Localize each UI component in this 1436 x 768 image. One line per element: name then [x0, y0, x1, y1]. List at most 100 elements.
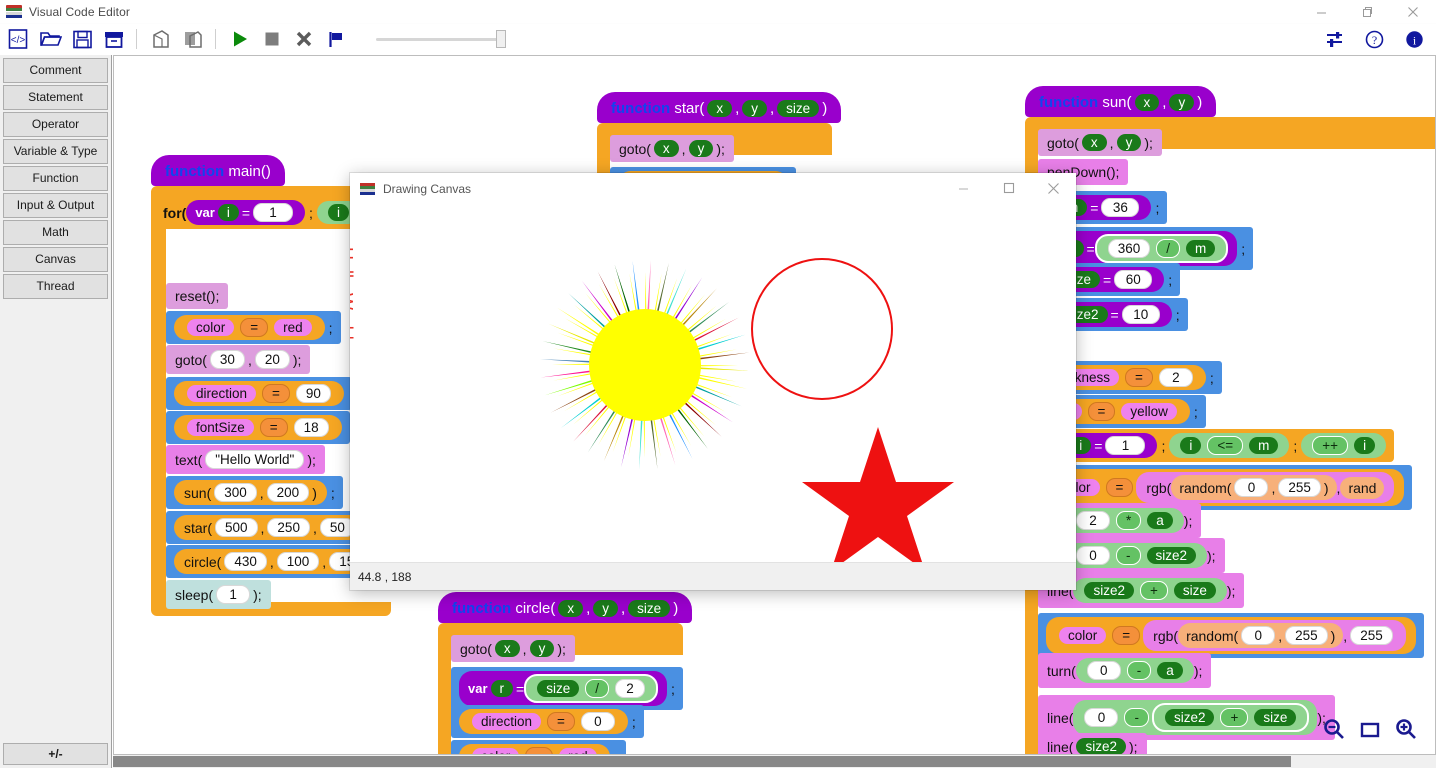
value-thickness[interactable]: 2: [1158, 368, 1193, 387]
sun-color-rgb-block-2[interactable]: color = rgb( random( 0, 255 ) , 255: [1038, 613, 1424, 658]
for-condition[interactable]: i <= m: [1169, 433, 1290, 458]
operand-two[interactable]: 2: [1076, 511, 1110, 530]
operand-360[interactable]: 360: [1107, 239, 1151, 258]
star-function-header[interactable]: function star( x, y, size ): [597, 92, 842, 123]
param-y[interactable]: y: [1169, 94, 1195, 111]
operand-size[interactable]: size: [1173, 582, 1216, 599]
rgb-expression-2[interactable]: rgb( random( 0, 255 ) , 255: [1143, 620, 1406, 651]
operand-size2[interactable]: size2: [1084, 582, 1134, 599]
for-var-decl[interactable]: var i = 1: [186, 200, 306, 225]
sidebar-item-canvas[interactable]: Canvas: [3, 247, 108, 272]
goto-y[interactable]: 20: [254, 350, 290, 369]
random-expression-2[interactable]: rand: [1340, 476, 1385, 499]
circle-direction-block[interactable]: direction = 0 ;: [451, 705, 644, 738]
param-y[interactable]: y: [742, 100, 767, 117]
property-direction[interactable]: direction: [472, 713, 542, 730]
sun-turn-2a-block[interactable]: 2 * a );: [1056, 503, 1202, 538]
random-min[interactable]: 0: [1234, 478, 1269, 497]
operand-size2[interactable]: size2: [1076, 738, 1126, 755]
hscrollbar-thumb[interactable]: [113, 756, 1291, 767]
multiply-expression[interactable]: 2 * a: [1065, 508, 1184, 533]
set-color-block[interactable]: color = red ;: [166, 311, 341, 344]
operand-size[interactable]: size: [537, 680, 580, 697]
circle-arg-y[interactable]: 100: [276, 552, 320, 571]
loop-init-value[interactable]: 1: [253, 203, 294, 222]
value-fontsize[interactable]: 18: [293, 418, 329, 437]
goto-y[interactable]: y: [529, 640, 555, 657]
add-expression[interactable]: size2 + size: [1073, 578, 1227, 603]
subtract-expression-2[interactable]: 0 - a: [1075, 658, 1194, 683]
value-size2[interactable]: 10: [1121, 305, 1160, 324]
star-arg-y[interactable]: 250: [267, 518, 310, 537]
set-fontsize-block[interactable]: fontSize = 18: [166, 411, 350, 444]
division-expression[interactable]: 360 / m: [1094, 234, 1229, 263]
rgb-expression[interactable]: rgb( random( 0, 255 ) , rand: [1136, 472, 1395, 503]
main-for-loop-header[interactable]: for( var i = 1 ; i: [155, 196, 368, 229]
sleep-block[interactable]: sleep( 1 );: [166, 580, 271, 609]
canvas-maximize-button[interactable]: [986, 173, 1031, 203]
settings-icon[interactable]: [1320, 25, 1348, 53]
goto-x[interactable]: x: [494, 640, 520, 657]
property-fontsize[interactable]: fontSize: [187, 419, 254, 436]
reset-call-block[interactable]: reset();: [166, 283, 229, 309]
sidebar-item-statement[interactable]: Statement: [3, 85, 108, 110]
sun-for-loop-header[interactable]: ar i = 1 ; i <= m ; ++ i: [1038, 429, 1395, 462]
assign-expression-color[interactable]: olor = rgb( random( 0, 255 ) , rand: [1046, 469, 1405, 506]
zoom-out-icon[interactable]: [1322, 717, 1346, 746]
operand-size2[interactable]: size2: [1164, 709, 1215, 726]
drawing-canvas-surface[interactable]: Hello World: [350, 205, 1076, 562]
canvas-close-button[interactable]: [1031, 173, 1076, 203]
for-increment[interactable]: ++ i: [1301, 433, 1387, 458]
assign-expression-fontsize[interactable]: fontSize = 18: [174, 415, 342, 440]
set-direction-block[interactable]: direction = 90: [166, 377, 352, 410]
sun-turn-neg-a-block[interactable]: turn( 0 - a );: [1038, 653, 1212, 688]
sidebar-item-function[interactable]: Function: [3, 166, 108, 191]
operand-zero[interactable]: 0: [1084, 708, 1119, 727]
circle-function-header[interactable]: function circle( x, y, size ): [438, 592, 693, 623]
save-icon[interactable]: [68, 25, 96, 53]
goto-x[interactable]: x: [1081, 134, 1107, 151]
text-string-value[interactable]: "Hello World": [205, 450, 305, 469]
sidebar-item-variable-type[interactable]: Variable & Type: [3, 139, 108, 164]
sun-call-block[interactable]: sun( 300, 200 ) ;: [166, 476, 343, 509]
value-size[interactable]: 60: [1114, 270, 1153, 289]
property-direction[interactable]: direction: [187, 385, 257, 402]
value-direction[interactable]: 0: [580, 712, 615, 731]
loop-variable[interactable]: i: [217, 204, 239, 221]
random-max[interactable]: 255: [1285, 626, 1328, 645]
circle-goto-block[interactable]: goto( x, y );: [451, 635, 575, 662]
division-expression[interactable]: size / 2: [524, 674, 658, 703]
loop-init-value[interactable]: 1: [1105, 436, 1146, 455]
rgb-blue-value[interactable]: 255: [1350, 626, 1393, 645]
sidebar-item-comment[interactable]: Comment: [3, 58, 108, 83]
goto-block[interactable]: goto( 30, 20 );: [166, 345, 311, 374]
goto-y[interactable]: y: [1116, 134, 1142, 151]
sun-goto-block[interactable]: goto( x, y );: [1038, 129, 1162, 156]
value-yellow[interactable]: yellow: [1121, 403, 1177, 420]
sun-arg-x[interactable]: 300: [214, 483, 257, 502]
operand-zero[interactable]: 0: [1076, 546, 1110, 565]
sidebar-item-thread[interactable]: Thread: [3, 274, 108, 299]
archive-icon[interactable]: [100, 25, 128, 53]
stop-icon[interactable]: [258, 25, 286, 53]
copy-icon[interactable]: [147, 25, 175, 53]
condition-variable[interactable]: i: [327, 204, 349, 221]
subtract-expression[interactable]: 0 - size2: [1065, 543, 1208, 568]
clear-icon[interactable]: [290, 25, 318, 53]
property-color[interactable]: color: [1059, 627, 1107, 644]
speed-slider[interactable]: [376, 29, 506, 49]
maximize-button[interactable]: [1344, 0, 1390, 24]
run-icon[interactable]: [226, 25, 254, 53]
info-icon[interactable]: i: [1400, 25, 1428, 53]
assign-expression-color-2[interactable]: color = rgb( random( 0, 255 ) , 255: [1046, 617, 1416, 654]
workspace-hscrollbar[interactable]: [113, 755, 1436, 768]
fit-screen-icon[interactable]: [1358, 717, 1382, 746]
goto-x[interactable]: 30: [209, 350, 245, 369]
sun-arg-y[interactable]: 200: [266, 483, 310, 502]
operand-a[interactable]: a: [1157, 662, 1183, 679]
operand-zero[interactable]: 0: [1086, 661, 1121, 680]
random-min[interactable]: 0: [1241, 626, 1276, 645]
minimize-button[interactable]: [1298, 0, 1344, 24]
param-x[interactable]: x: [1134, 94, 1160, 111]
circle-call-expression[interactable]: circle( 430, 100, 15: [174, 549, 378, 574]
